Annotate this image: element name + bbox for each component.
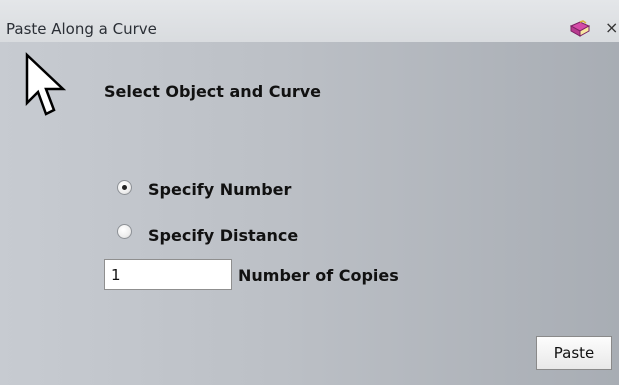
instruction-text: Select Object and Curve (104, 82, 322, 101)
arrow-cursor-icon (25, 52, 67, 116)
specify-number-radio[interactable] (117, 180, 132, 195)
specify-distance-label[interactable]: Specify Distance (148, 226, 298, 245)
title-bar[interactable]: Paste Along a Curve × (0, 0, 619, 42)
number-of-copies-input[interactable] (104, 259, 232, 290)
book-help-icon[interactable] (568, 20, 592, 38)
number-of-copies-label: Number of Copies (238, 266, 399, 285)
specify-number-label[interactable]: Specify Number (148, 180, 291, 199)
close-icon[interactable]: × (605, 18, 618, 37)
specify-distance-radio[interactable] (117, 224, 132, 239)
paste-button[interactable]: Paste (536, 336, 612, 370)
paste-along-curve-dialog: Paste Along a Curve × Select Object and … (0, 0, 619, 385)
window-title: Paste Along a Curve (6, 20, 157, 38)
